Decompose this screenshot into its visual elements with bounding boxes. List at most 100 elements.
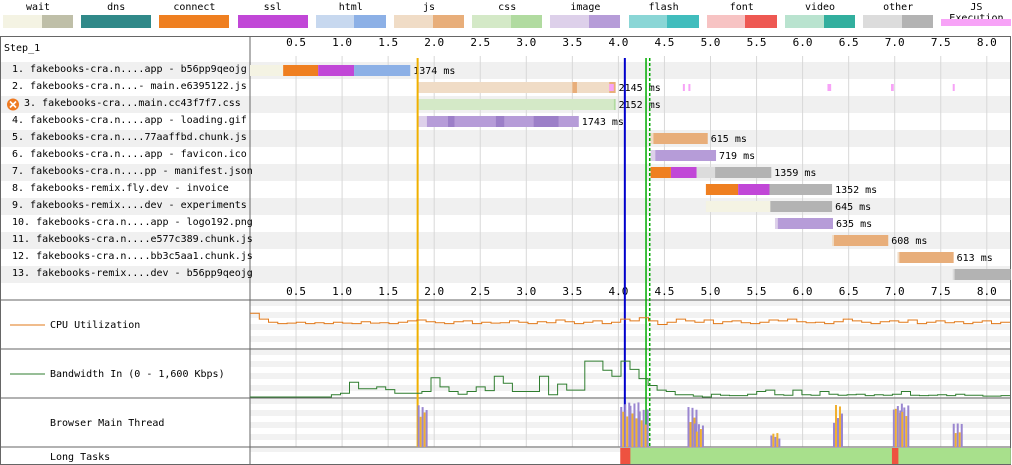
- x-tick-label: 7.0: [885, 36, 905, 49]
- request-label[interactable]: 2. fakebooks-cra.n...- main.e6395122.js: [12, 80, 247, 94]
- main-thread-burst: [778, 438, 781, 447]
- bar-connect: [283, 65, 319, 76]
- long-tasks-label: Long Tasks: [50, 452, 110, 463]
- legend-swatch: [706, 15, 746, 28]
- x-tick-label: 6.5: [839, 285, 859, 298]
- bar-ttfb: [952, 269, 955, 280]
- request-label[interactable]: 10. fakebooks-cra.n....app - logo192.png: [12, 216, 253, 230]
- request-label[interactable]: 7. fakebooks-cra.n....pp - manifest.json: [12, 165, 253, 179]
- request-label[interactable]: 4. fakebooks-cra.n....app - loading.gif: [12, 114, 247, 128]
- request-label[interactable]: 5. fakebooks-cra.n....77aaffbd.chunk.js: [12, 131, 247, 145]
- legend-swatch: [315, 15, 355, 28]
- bar-download: [653, 133, 708, 144]
- main-thread-label: Browser Main Thread: [50, 418, 164, 429]
- x-tick-label: 4.5: [655, 285, 675, 298]
- request-label[interactable]: 3. fakebooks-cra...main.cc43f7f7.css: [24, 97, 241, 111]
- main-thread-burst: [693, 423, 696, 447]
- main-thread-burst: [701, 425, 704, 447]
- request-label[interactable]: 1. fakebooks-cra.n....app - b56pp9qeojg: [12, 63, 247, 77]
- main-thread-burst: [640, 420, 643, 447]
- legend-swatch-dark: [354, 15, 386, 28]
- main-thread-burst: [689, 422, 692, 447]
- bar-ttfb: [418, 116, 427, 127]
- main-thread-burst: [646, 409, 649, 447]
- main-thread-burst: [697, 424, 700, 447]
- js-exec-mark: [952, 84, 955, 91]
- legend-swatch: [628, 15, 668, 28]
- x-tick-label: 3.0: [516, 285, 536, 298]
- bar-ttfb: [417, 82, 610, 93]
- legend-label: html: [338, 2, 363, 13]
- request-label[interactable]: 6. fakebooks-cra.n....app - favicon.ico: [12, 148, 247, 162]
- duration-label: 635 ms: [836, 219, 872, 230]
- step-label: Step_1: [4, 43, 41, 54]
- main-thread-burst: [901, 411, 904, 447]
- main-thread-burst: [629, 405, 632, 447]
- legend-swatch-dark: [588, 15, 621, 28]
- bar-download: [715, 167, 772, 178]
- x-tick-label: 7.0: [885, 285, 905, 298]
- duration-label: 645 ms: [835, 202, 871, 213]
- request-label[interactable]: 9. fakebooks-remix....dev - experiments: [12, 199, 247, 213]
- main-thread-burst: [840, 413, 843, 447]
- bar-download: [954, 269, 1011, 280]
- legend-swatch-dark: [745, 15, 777, 28]
- duration-label: 613 ms: [957, 253, 993, 264]
- js-exec-mark: [682, 84, 685, 91]
- bar-chunk: [448, 116, 455, 127]
- legend-swatch: [159, 15, 230, 28]
- main-thread-burst: [899, 410, 902, 447]
- main-thread-burst: [417, 405, 420, 447]
- request-label[interactable]: 13. fakebooks-remix....dev - b56pp9qeojg: [12, 267, 253, 281]
- main-thread-burst: [958, 432, 961, 447]
- x-tick-label: 2.0: [424, 36, 444, 49]
- bar-ttfb: [650, 133, 654, 144]
- duration-label: 608 ms: [891, 236, 927, 247]
- x-tick-label: 2.0: [424, 285, 444, 298]
- x-tick-label: 7.5: [931, 36, 951, 49]
- x-tick-label: 5.5: [747, 36, 767, 49]
- request-label[interactable]: 11. fakebooks-cra.n....e577c389.chunk.js: [12, 233, 253, 247]
- main-thread-burst: [626, 416, 629, 447]
- js-exec-mark: [688, 84, 691, 91]
- bar-download: [899, 252, 954, 263]
- x-tick-label: 0.5: [286, 36, 306, 49]
- legend-swatch-dark: [432, 15, 464, 28]
- x-tick-label: 3.5: [562, 285, 582, 298]
- bar-download: [354, 65, 411, 76]
- legend-swatch-dark: [41, 15, 73, 28]
- bar-ssl: [738, 184, 772, 195]
- main-thread-burst: [644, 424, 647, 447]
- main-thread-burst: [695, 431, 698, 447]
- main-thread-burst: [892, 409, 895, 447]
- legend-swatch: [394, 15, 433, 28]
- request-label[interactable]: 8. fakebooks-remix.fly.dev - invoice: [12, 182, 229, 196]
- panel-band: [250, 373, 1010, 379]
- main-thread-burst: [954, 433, 957, 447]
- duration-label: 1359 ms: [774, 168, 816, 179]
- duration-label: 719 ms: [719, 151, 755, 162]
- legend-swatch: [785, 15, 824, 28]
- bar-ttfb: [774, 218, 778, 229]
- bar-connect: [705, 184, 739, 195]
- x-tick-label: 6.0: [793, 36, 813, 49]
- legend-label: ssl: [263, 2, 282, 13]
- x-tick-label: 4.5: [655, 36, 675, 49]
- request-label[interactable]: 12. fakebooks-cra.n....bb3c5aa1.chunk.js: [12, 250, 253, 264]
- js-exec-mark: [609, 84, 614, 91]
- legend-label: connect: [173, 2, 216, 13]
- panel-band: [250, 324, 1010, 330]
- duration-label: 1374 ms: [413, 66, 455, 77]
- legend-swatch: [472, 15, 511, 28]
- main-thread-burst: [952, 423, 955, 447]
- x-tick-label: 2.5: [470, 285, 490, 298]
- main-thread-burst: [834, 404, 837, 447]
- legend-label: js: [422, 2, 436, 13]
- bar-chunk: [495, 116, 505, 127]
- main-thread-burst: [776, 433, 779, 447]
- x-tick-label: 7.5: [931, 285, 951, 298]
- legend-swatch-dark: [901, 15, 934, 28]
- js-exec-mark: [891, 84, 894, 91]
- x-tick-label: 5.0: [701, 36, 721, 49]
- x-tick-label: 6.5: [839, 36, 859, 49]
